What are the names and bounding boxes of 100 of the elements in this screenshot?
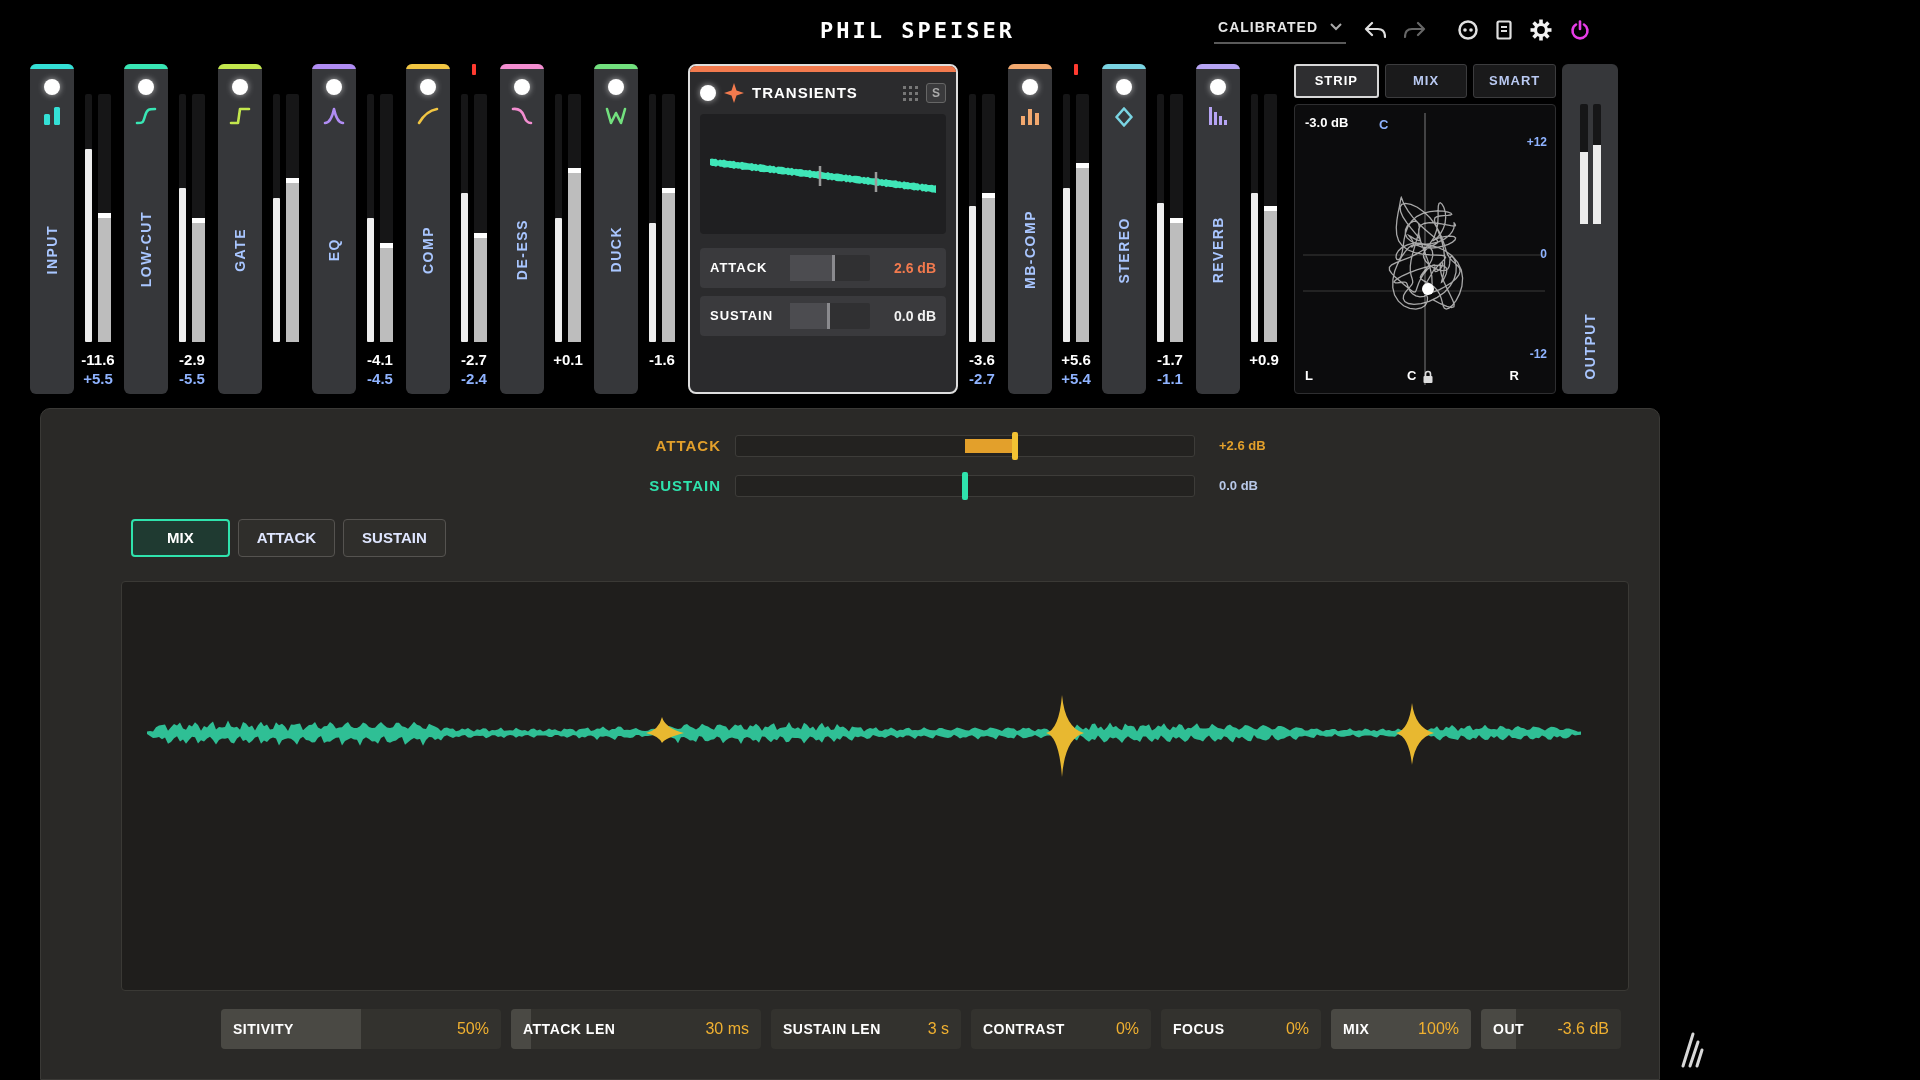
macro-slider-track[interactable] [735, 435, 1195, 457]
power-toggle[interactable] [420, 79, 436, 95]
power-icon[interactable] [1570, 20, 1590, 40]
parameter-field[interactable]: CONTRAST 0% [971, 1009, 1151, 1049]
meter-reading: +0.1 [553, 350, 583, 369]
parameter-slider[interactable]: ATTACK 2.6 dB [700, 248, 946, 288]
channel-label: L [1305, 366, 1313, 385]
meter-reading: -1.6 [649, 350, 675, 369]
macro-label: ATTACK [654, 435, 721, 456]
module-card[interactable]: EQ [312, 64, 356, 394]
macro-value: 0.0 dB [1219, 477, 1258, 496]
parameter-field[interactable]: ATTACK LEN 30 ms [511, 1009, 761, 1049]
parameter-label: MIX [1343, 1019, 1370, 1039]
view-tab[interactable]: SMART [1473, 64, 1556, 98]
parameter-label: FOCUS [1173, 1019, 1225, 1039]
stripes-logo-icon [1680, 1030, 1704, 1070]
module-card[interactable]: GATE [218, 64, 262, 394]
grid-icon[interactable] [903, 85, 918, 101]
transient-marker [874, 172, 878, 192]
parameter-slider[interactable]: SUSTAIN 0.0 dB [700, 296, 946, 336]
editor-tab[interactable]: SUSTAIN [343, 519, 446, 557]
power-toggle[interactable] [1022, 79, 1038, 95]
parameter-value: 30 ms [705, 1019, 749, 1039]
view-tab[interactable]: MIX [1384, 64, 1468, 98]
macro-label: SUSTAIN [648, 475, 721, 496]
parameter-label: CONTRAST [983, 1019, 1065, 1039]
slider-track[interactable] [790, 303, 870, 329]
meter-reading: -1.1 [1157, 369, 1183, 388]
parameter-field[interactable]: SITIVITY 50% [221, 1009, 501, 1049]
module-card[interactable]: LOW-CUT [124, 64, 168, 394]
power-toggle[interactable] [1210, 79, 1226, 95]
parameter-field[interactable]: MIX 100% [1331, 1009, 1471, 1049]
knee-curve-icon [417, 107, 439, 125]
module-card[interactable]: DUCK [594, 64, 638, 394]
macro-slider-handle[interactable] [1012, 432, 1019, 460]
meter-reading: -4.1 [367, 350, 393, 369]
transient-marker [818, 166, 822, 186]
scale-label: -12 [1529, 346, 1547, 363]
parameter-value: 0% [1115, 1019, 1139, 1039]
channel-label: R [1509, 366, 1519, 385]
lock-icon[interactable] [1423, 370, 1433, 383]
parameter-field[interactable]: SUSTAIN LEN 3 s [771, 1009, 961, 1049]
power-toggle[interactable] [44, 79, 60, 95]
bell-curve-icon [323, 107, 345, 125]
circle-icon[interactable] [1458, 20, 1478, 40]
module-label: DUCK [606, 226, 625, 273]
settings-icon[interactable] [1530, 19, 1552, 41]
parameter-label: SUSTAIN LEN [783, 1019, 881, 1039]
output-card[interactable]: OUTPUT [1562, 64, 1618, 394]
power-toggle[interactable] [700, 85, 716, 101]
power-toggle[interactable] [608, 79, 624, 95]
parameter-label: OUT [1493, 1019, 1525, 1039]
macro-slider-track[interactable] [735, 475, 1195, 497]
parameter-value: 2.6 dB [893, 258, 936, 278]
macro-slider-handle[interactable] [962, 472, 968, 500]
bar-chart-icon [1020, 107, 1040, 125]
power-toggle[interactable] [514, 79, 530, 95]
parameter-value: 100% [1418, 1019, 1459, 1039]
editor-tab[interactable]: ATTACK [237, 519, 336, 557]
slider-track[interactable] [790, 255, 870, 281]
module-label: REVERB [1208, 215, 1227, 284]
meter-reading: +0.9 [1249, 350, 1279, 369]
parameter-field[interactable]: OUT -3.6 dB [1481, 1009, 1621, 1049]
meter-reading: -2.7 [969, 369, 995, 388]
view-tab[interactable]: STRIP [1294, 64, 1379, 98]
module-card[interactable]: INPUT [30, 64, 74, 394]
falling-curve-icon [511, 107, 533, 125]
editor-tab[interactable]: MIX [131, 519, 230, 557]
redo-icon[interactable] [1404, 21, 1426, 39]
meter-reading: +5.5 [83, 369, 113, 388]
module-panel[interactable]: TRANSIENTS S ATTACK 2.6 dB SUSTAIN 0.0 dB [688, 64, 958, 394]
meter-reading: -5.5 [179, 369, 205, 388]
parameter-field[interactable]: FOCUS 0% [1161, 1009, 1321, 1049]
power-toggle[interactable] [138, 79, 154, 95]
power-toggle[interactable] [1116, 79, 1132, 95]
module-title: TRANSIENTS [752, 82, 858, 103]
undo-icon[interactable] [1364, 21, 1386, 39]
preset-dropdown[interactable]: CALIBRATED [1214, 16, 1346, 44]
gain-readout: -3.0 dB [1305, 114, 1349, 132]
power-toggle[interactable] [326, 79, 342, 95]
book-icon[interactable] [1496, 20, 1512, 40]
solo-button[interactable]: S [926, 83, 946, 103]
power-toggle[interactable] [232, 79, 248, 95]
sparkle-icon [724, 83, 744, 103]
module-label: INPUT [42, 224, 61, 275]
step-icon [229, 107, 251, 125]
module-card[interactable]: REVERB [1196, 64, 1240, 394]
module-card[interactable]: MB-COMP [1008, 64, 1052, 394]
chevron-down-icon [1330, 23, 1342, 31]
meter-reading: +5.4 [1061, 369, 1091, 388]
module-card[interactable]: COMP [406, 64, 450, 394]
module-card[interactable]: DE-ESS [500, 64, 544, 394]
module-label: EQ [324, 237, 343, 262]
meter-reading: -11.6 [81, 350, 115, 369]
module-label: MB-COMP [1020, 210, 1039, 289]
module-card[interactable]: STEREO [1102, 64, 1146, 394]
module-label: COMP [418, 225, 437, 274]
parameter-value: 0.0 dB [893, 306, 936, 326]
meter-reading: -2.7 [461, 350, 487, 369]
channel-label: C [1379, 116, 1389, 134]
